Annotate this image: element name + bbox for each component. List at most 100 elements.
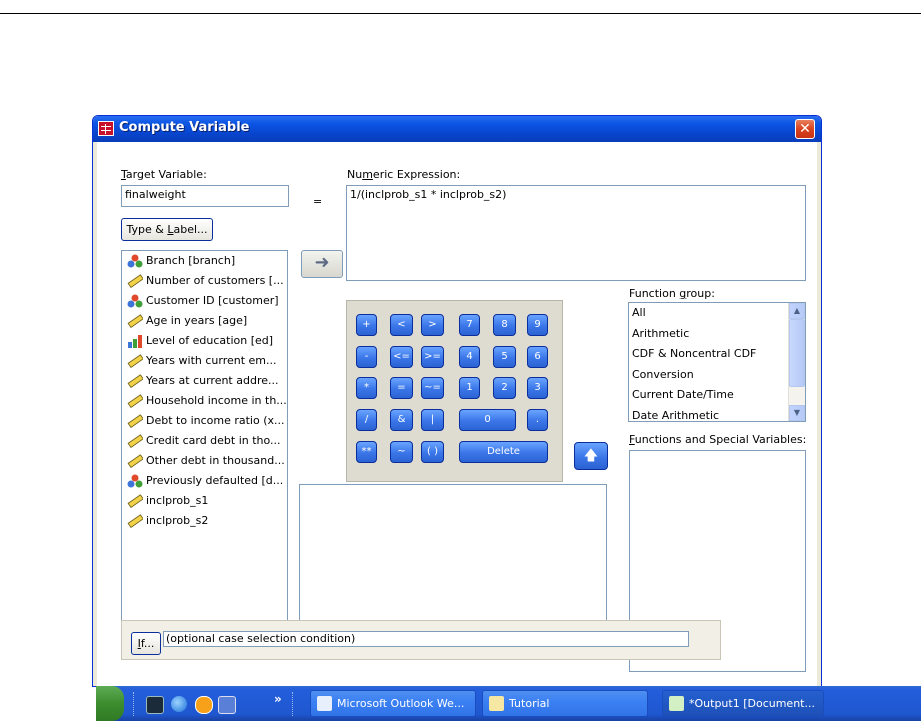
key-not[interactable]: ~ — [390, 441, 413, 463]
key-greater-equal[interactable]: >= — [421, 346, 444, 368]
variable-label: Level of education [ed] — [146, 334, 274, 347]
key-8[interactable]: 8 — [493, 314, 516, 336]
scale-icon — [127, 314, 144, 329]
functions-special-label: Functions and Special Variables: — [629, 433, 807, 446]
scale-icon — [127, 514, 144, 529]
key-3[interactable]: 3 — [527, 377, 548, 399]
key-power[interactable]: ** — [356, 441, 377, 463]
taskbar-grip[interactable] — [133, 692, 137, 716]
type-label-button[interactable]: Type & Label... — [121, 218, 213, 241]
function-group-item[interactable]: Date Arithmetic — [629, 406, 805, 422]
key-plus[interactable]: + — [356, 314, 377, 336]
key-6[interactable]: 6 — [527, 346, 548, 368]
key-less-than[interactable]: < — [390, 314, 413, 336]
key-less-equal[interactable]: <= — [390, 346, 413, 368]
variable-label: Household income in th... — [146, 394, 287, 407]
equals-sign: = — [313, 195, 323, 208]
scroll-down-icon[interactable]: ▼ — [789, 405, 805, 421]
function-group-scrollbar[interactable]: ▲ ▼ — [788, 303, 805, 421]
dialog-titlebar[interactable]: Compute Variable ✕ — [93, 116, 821, 142]
scale-icon — [127, 414, 144, 429]
key-2[interactable]: 2 — [493, 377, 516, 399]
dialog-title: Compute Variable — [119, 120, 250, 135]
close-button[interactable]: ✕ — [795, 119, 815, 139]
function-group-item[interactable]: CDF & Noncentral CDF — [629, 344, 805, 365]
variable-item[interactable]: Branch [branch] — [122, 251, 287, 271]
key-greater-than[interactable]: > — [421, 314, 444, 336]
close-icon: ✕ — [799, 121, 811, 137]
variable-item[interactable]: Household income in th... — [122, 391, 287, 411]
variable-item[interactable]: Credit card debt in tho... — [122, 431, 287, 451]
key-or[interactable]: | — [421, 409, 444, 431]
variable-item[interactable]: Customer ID [customer] — [122, 291, 287, 311]
function-group-item[interactable]: All — [629, 303, 805, 324]
start-button[interactable] — [96, 686, 124, 721]
key-0[interactable]: 0 — [459, 409, 516, 431]
variable-item[interactable]: Age in years [age] — [122, 311, 287, 331]
function-group-list[interactable]: All Arithmetic CDF & Noncentral CDF Convers… — [628, 302, 806, 422]
internet-explorer-icon[interactable] — [171, 696, 187, 712]
target-variable-label: Target Variable: — [121, 168, 207, 181]
quicklaunch-overflow-icon[interactable]: » — [274, 692, 282, 706]
taskbar-grip[interactable] — [292, 692, 296, 716]
nominal-icon — [127, 294, 143, 308]
clock-icon[interactable] — [195, 696, 213, 714]
key-equal[interactable]: = — [390, 377, 413, 399]
scroll-thumb[interactable] — [789, 319, 805, 387]
variable-item[interactable]: Other debt in thousand... — [122, 451, 287, 471]
key-multiply[interactable]: * — [356, 377, 377, 399]
function-group-item[interactable]: Conversion — [629, 365, 805, 386]
function-group-item[interactable]: Current Date/Time — [629, 385, 805, 406]
key-5[interactable]: 5 — [493, 346, 516, 368]
key-7[interactable]: 7 — [459, 314, 480, 336]
key-minus[interactable]: - — [356, 346, 377, 368]
variable-item[interactable]: inclprob_s1 — [122, 491, 287, 511]
function-description-box — [299, 484, 607, 633]
arrow-up-icon: 🡅 — [583, 448, 599, 464]
variable-list[interactable]: Branch [branch] Number of customers [... C… — [121, 250, 288, 636]
variable-item[interactable]: Level of education [ed] — [122, 331, 287, 351]
variable-item[interactable]: Years at current addre... — [122, 371, 287, 391]
key-4[interactable]: 4 — [459, 346, 480, 368]
variable-label: Branch [branch] — [146, 254, 236, 267]
scroll-up-icon[interactable]: ▲ — [789, 303, 805, 319]
taskbar-tutorial-window[interactable]: Tutorial — [482, 690, 648, 717]
insert-function-button[interactable]: 🡅 — [574, 442, 608, 470]
taskbar: » Microsoft Outlook We... Tutorial *Outp… — [96, 686, 921, 721]
variable-item[interactable]: Years with current em... — [122, 351, 287, 371]
variable-item[interactable]: inclprob_s2 — [122, 511, 287, 531]
key-divide[interactable]: / — [356, 409, 377, 431]
if-button[interactable]: If... — [131, 632, 161, 655]
scale-icon — [127, 374, 144, 389]
command-prompt-icon[interactable] — [146, 696, 164, 714]
taskbar-outlook-window[interactable]: Microsoft Outlook We... — [310, 690, 476, 717]
top-rule — [0, 13, 921, 14]
key-parentheses[interactable]: ( ) — [421, 441, 444, 463]
key-1[interactable]: 1 — [459, 377, 480, 399]
key-9[interactable]: 9 — [527, 314, 548, 336]
variable-item[interactable]: Debt to income ratio (x... — [122, 411, 287, 431]
variable-label: Debt to income ratio (x... — [146, 414, 285, 427]
arrow-right-icon: ➜ — [314, 252, 330, 273]
app-icon[interactable] — [218, 696, 236, 714]
if-section: If... (optional case selection condition… — [121, 620, 721, 660]
function-group-item[interactable]: Arithmetic — [629, 324, 805, 345]
target-variable-input[interactable]: finalweight — [121, 185, 289, 207]
variable-item[interactable]: Previously defaulted [d... — [122, 471, 287, 491]
ordinal-icon — [127, 334, 143, 348]
variable-label: Years at current addre... — [146, 374, 279, 387]
key-decimal[interactable]: . — [527, 409, 548, 431]
nominal-icon — [127, 254, 143, 268]
calculator-keypad: + < > 7 8 9 - <= >= 4 5 6 * = ~= 1 2 3 /… — [346, 300, 563, 482]
key-and[interactable]: & — [390, 409, 413, 431]
key-delete[interactable]: Delete — [459, 441, 548, 463]
move-to-expression-button[interactable]: ➜ — [301, 250, 343, 278]
variable-label: Age in years [age] — [146, 314, 248, 327]
taskbar-output-window[interactable]: *Output1 [Document... — [662, 690, 824, 717]
variable-item[interactable]: Number of customers [... — [122, 271, 287, 291]
key-not-equal[interactable]: ~= — [421, 377, 444, 399]
case-condition-field: (optional case selection condition) — [163, 631, 689, 647]
numeric-expression-input[interactable]: 1/(inclprob_s1 * inclprob_s2) — [346, 185, 806, 281]
variable-label: inclprob_s1 — [146, 494, 209, 507]
nominal-icon — [127, 474, 143, 488]
